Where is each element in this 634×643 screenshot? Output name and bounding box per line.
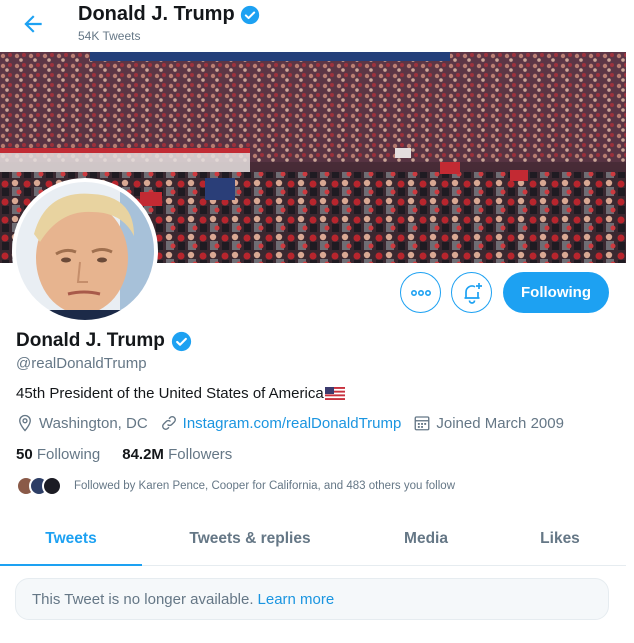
bio-text: 45th President of the United States of A… xyxy=(16,385,324,402)
profile-name: Donald J. Trump xyxy=(16,330,192,352)
notice-text: This Tweet is no longer available. xyxy=(32,590,254,608)
followed-by-avatars xyxy=(16,476,62,496)
followed-by-text: Followed by Karen Pence, Cooper for Cali… xyxy=(74,480,455,492)
profile-handle: @realDonaldTrump xyxy=(16,355,147,372)
verified-badge-icon xyxy=(171,331,191,351)
following-button[interactable]: Following xyxy=(503,272,609,313)
us-flag-icon xyxy=(324,387,345,400)
tweet-unavailable-notice: This Tweet is no longer available. Learn… xyxy=(15,578,609,620)
avatar-portrait xyxy=(16,182,154,320)
website-link[interactable]: Instagram.com/realDonaldTrump xyxy=(183,415,402,432)
top-bar: Donald J. Trump 54K Tweets xyxy=(0,0,634,52)
followers-stat[interactable]: 84.2M Followers xyxy=(122,446,232,463)
header-title: Donald J. Trump xyxy=(78,3,260,26)
profile-meta: Washington, DC Instagram.com/realDonaldT… xyxy=(16,414,576,432)
tab-tweets[interactable]: Tweets xyxy=(0,513,142,566)
location: Washington, DC xyxy=(16,414,148,432)
header-title-text: Donald J. Trump xyxy=(78,3,235,25)
following-stat[interactable]: 50 Following xyxy=(16,446,100,463)
bell-plus-icon xyxy=(464,282,482,304)
tab-media[interactable]: Media xyxy=(358,513,494,565)
tab-tweets-and-replies[interactable]: Tweets & replies xyxy=(142,513,358,565)
profile-stats: 50 Following 84.2M Followers xyxy=(16,446,254,463)
verified-badge-icon xyxy=(240,5,259,24)
following-label: Following xyxy=(36,446,101,463)
followers-label: Followers xyxy=(168,446,233,463)
link-icon xyxy=(161,416,176,430)
followed-by[interactable]: Followed by Karen Pence, Cooper for Cali… xyxy=(16,476,455,496)
joined-date: Joined March 2009 xyxy=(413,414,564,432)
notifications-button[interactable] xyxy=(451,272,492,313)
location-pin-icon xyxy=(19,414,31,432)
followers-count: 84.2M xyxy=(122,446,164,463)
more-button[interactable] xyxy=(400,272,441,313)
website[interactable]: Instagram.com/realDonaldTrump xyxy=(160,414,402,432)
joined-text: Joined March 2009 xyxy=(436,414,564,432)
tab-likes[interactable]: Likes xyxy=(494,513,626,565)
avatar[interactable] xyxy=(12,178,158,324)
profile-tabs: Tweets Tweets & replies Media Likes xyxy=(0,513,626,566)
learn-more-link[interactable]: Learn more xyxy=(258,591,335,608)
profile-bio: 45th President of the United States of A… xyxy=(16,385,345,402)
tweet-count: 54K Tweets xyxy=(78,29,141,43)
mini-avatar xyxy=(42,476,62,496)
following-count: 50 xyxy=(16,446,33,463)
back-arrow-icon[interactable] xyxy=(20,11,46,37)
location-text: Washington, DC xyxy=(39,414,148,432)
more-icon xyxy=(410,289,431,296)
profile-name-text: Donald J. Trump xyxy=(16,330,165,351)
calendar-icon xyxy=(414,416,430,431)
